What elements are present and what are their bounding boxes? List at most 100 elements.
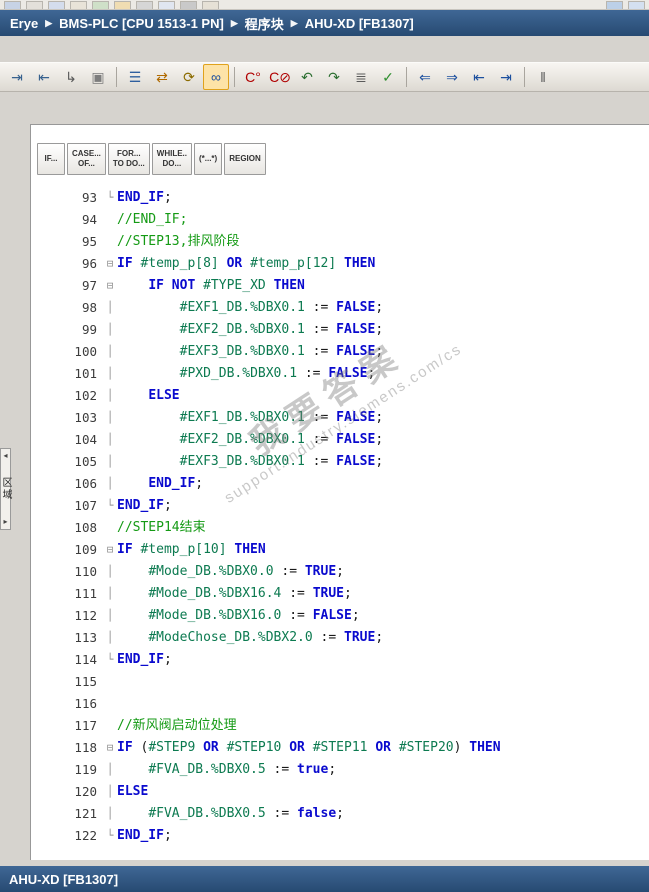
code-line: 96 ⊟ IF #temp_p[8] OR #temp_p[12] THEN xyxy=(31,253,649,275)
update-block-call-icon[interactable]: ⟳ xyxy=(176,64,202,90)
fold-toggle-icon[interactable]: ⊟ xyxy=(103,737,117,759)
syntax-check-icon[interactable]: ✓ xyxy=(375,64,401,90)
insert-separator-icon[interactable]: ‖ xyxy=(530,64,556,90)
fold-guide: │ xyxy=(106,345,114,358)
expand-calls-icon[interactable]: ⇥ xyxy=(493,64,519,90)
code-text[interactable]: ELSE xyxy=(117,385,649,407)
line-number: 120 xyxy=(74,784,97,799)
sidebar-tab-label: 区域 xyxy=(0,477,11,501)
insert-comment-button[interactable]: (*...*) xyxy=(193,143,223,175)
code-text[interactable]: #FVA_DB.%DBX0.5 := false; xyxy=(117,803,649,825)
code-text[interactable]: IF #temp_p[8] OR #temp_p[12] THEN xyxy=(117,253,649,275)
code-text[interactable]: #Mode_DB.%DBX16.0 := FALSE; xyxy=(117,605,649,627)
line-number: 101 xyxy=(74,366,97,381)
code-line: 119 │ #FVA_DB.%DBX0.5 := true; xyxy=(31,759,649,781)
code-line: 117 //新风阀启动位处理 xyxy=(31,715,649,737)
code-text[interactable]: //END_IF; xyxy=(117,209,649,231)
line-number: 103 xyxy=(74,410,97,425)
call-environment-icon[interactable]: C° xyxy=(240,64,266,90)
code-text[interactable]: #FVA_DB.%DBX0.5 := true; xyxy=(117,759,649,781)
previous-difference-icon[interactable]: ⇐ xyxy=(412,64,438,90)
code-text[interactable]: IF NOT #TYPE_XD THEN xyxy=(117,275,649,297)
line-number: 93 xyxy=(81,190,97,205)
code-line: 102 │ ELSE xyxy=(31,385,649,407)
line-number: 107 xyxy=(74,498,97,513)
code-text[interactable]: #EXF1_DB.%DBX0.1 := FALSE; xyxy=(117,297,649,319)
code-text[interactable] xyxy=(117,671,649,693)
code-text[interactable]: END_IF; xyxy=(117,187,649,209)
insert-case-button[interactable]: CASE... OF... xyxy=(67,143,106,175)
fold-toggle-icon[interactable]: ⊟ xyxy=(103,539,117,561)
code-text[interactable]: END_IF; xyxy=(117,825,649,847)
code-text[interactable]: ELSE xyxy=(117,781,649,803)
clipped-toolbar-strip xyxy=(0,0,649,10)
network-list-icon[interactable]: ≣ xyxy=(348,64,374,90)
sidebar-collapsed-tab[interactable]: ◂ 区域 ▸ xyxy=(0,448,11,530)
collapse-calls-icon[interactable]: ⇤ xyxy=(466,64,492,90)
fold-toggle-icon[interactable]: ⊟ xyxy=(103,275,117,297)
fold-guide: └ xyxy=(106,499,114,512)
code-text[interactable]: #EXF3_DB.%DBX0.1 := FALSE; xyxy=(117,341,649,363)
clipped-icon xyxy=(136,1,153,9)
expand-right-icon[interactable]: ▸ xyxy=(3,518,7,526)
breadcrumb-item[interactable]: Erye xyxy=(10,16,38,31)
insert-region-button[interactable]: REGION xyxy=(224,143,266,175)
code-area[interactable]: 93 └ END_IF; 94//END_IF; 95//STEP13,排风阶段 96 ⊟ I… xyxy=(31,187,649,847)
line-number: 113 xyxy=(74,630,97,645)
clear-call-environment-icon[interactable]: C⊘ xyxy=(267,64,293,90)
code-text[interactable]: #EXF2_DB.%DBX0.1 := FALSE; xyxy=(117,429,649,451)
fold-guide: │ xyxy=(106,477,114,490)
code-text[interactable] xyxy=(117,693,649,715)
code-line: 110 │ #Mode_DB.%DBX0.0 := TRUE; xyxy=(31,561,649,583)
code-text[interactable]: //新风阀启动位处理 xyxy=(117,715,649,737)
indent-icon[interactable]: ⇥ xyxy=(4,64,30,90)
keep-values-icon[interactable]: ▣ xyxy=(85,64,111,90)
scl-editor: IF... CASE... OF... FOR... TO DO... WHILE.. DO… xyxy=(30,124,649,860)
next-difference-icon[interactable]: ⇒ xyxy=(439,64,465,90)
fold-guide: │ xyxy=(106,323,114,336)
code-text[interactable]: #PXD_DB.%DBX0.1 := FALSE; xyxy=(117,363,649,385)
code-text[interactable]: #EXF1_DB.%DBX0.1 := FALSE; xyxy=(117,407,649,429)
insert-for-button[interactable]: FOR... TO DO... xyxy=(107,143,150,175)
code-text[interactable]: END_IF; xyxy=(117,649,649,671)
fold-guide: └ xyxy=(106,191,114,204)
insert-while-button[interactable]: WHILE.. DO... xyxy=(151,143,192,175)
outdent-icon[interactable]: ⇤ xyxy=(31,64,57,90)
jump-back-icon[interactable]: ↶ xyxy=(294,64,320,90)
fold-guide: │ xyxy=(106,609,114,622)
line-number: 122 xyxy=(74,828,97,843)
collapse-left-icon[interactable]: ◂ xyxy=(3,452,7,460)
code-text[interactable]: IF (#STEP9 OR #STEP10 OR #STEP11 OR #STE… xyxy=(117,737,649,759)
monitoring-glasses-icon[interactable]: ∞ xyxy=(203,64,229,90)
code-text[interactable]: #Mode_DB.%DBX16.4 := TRUE; xyxy=(117,583,649,605)
jump-forward-icon[interactable]: ↷ xyxy=(321,64,347,90)
insert-if-button[interactable]: IF... xyxy=(37,143,65,175)
code-text[interactable]: //STEP13,排风阶段 xyxy=(117,231,649,253)
fold-guide: │ xyxy=(106,411,114,424)
line-number: 102 xyxy=(74,388,97,403)
code-text[interactable]: END_IF; xyxy=(117,473,649,495)
code-text[interactable]: #EXF2_DB.%DBX0.1 := FALSE; xyxy=(117,319,649,341)
code-line: 120 │ ELSE xyxy=(31,781,649,803)
code-line: 95 //STEP13,排风阶段 xyxy=(31,231,649,253)
toolbar-separator xyxy=(524,67,525,87)
breadcrumb-item[interactable]: AHU-XD [FB1307] xyxy=(305,16,414,31)
breadcrumb-item[interactable]: BMS-PLC [CPU 1513-1 PN] xyxy=(59,16,224,31)
code-text[interactable]: #Mode_DB.%DBX0.0 := TRUE; xyxy=(117,561,649,583)
fold-guide: │ xyxy=(106,807,114,820)
code-text[interactable]: #ModeChose_DB.%DBX2.0 := TRUE; xyxy=(117,627,649,649)
fold-guide: │ xyxy=(106,433,114,446)
editor-tab-title: AHU-XD [FB1307] xyxy=(9,871,119,887)
fold-toggle-icon[interactable]: ⊟ xyxy=(103,253,117,275)
outline-view-icon[interactable]: ☰ xyxy=(122,64,148,90)
code-line: 99 │ #EXF2_DB.%DBX0.1 := FALSE; xyxy=(31,319,649,341)
code-text[interactable]: //STEP14结束 xyxy=(117,517,649,539)
absolute-symbolic-toggle-icon[interactable]: ⇄ xyxy=(149,64,175,90)
code-text[interactable]: END_IF; xyxy=(117,495,649,517)
code-text[interactable]: IF #temp_p[10] THEN xyxy=(117,539,649,561)
code-text[interactable]: #EXF3_DB.%DBX0.1 := FALSE; xyxy=(117,451,649,473)
code-line: 104 │ #EXF2_DB.%DBX0.1 := FALSE; xyxy=(31,429,649,451)
insert-line-icon[interactable]: ↳ xyxy=(58,64,84,90)
breadcrumb-item[interactable]: 程序块 xyxy=(245,14,284,33)
code-line: 115 xyxy=(31,671,649,693)
